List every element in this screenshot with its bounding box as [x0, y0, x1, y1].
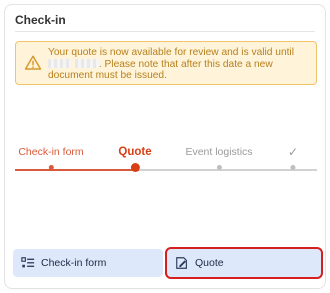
quote-button-label: Quote: [195, 257, 224, 269]
checkin-form-button-label: Check-in form: [41, 257, 107, 269]
checkmark-icon: ✓: [287, 145, 299, 159]
quote-button[interactable]: Quote: [165, 247, 323, 279]
step-event-logistics[interactable]: Event logistics: [185, 145, 253, 170]
step-label: Check-in form: [18, 146, 84, 158]
card-title: Check-in: [15, 13, 66, 27]
stepper-track-complete: [15, 169, 139, 171]
title-divider: [15, 31, 315, 32]
step-dot: [48, 165, 54, 170]
warning-alert: Your quote is now available for review a…: [15, 41, 317, 85]
step-dot: [290, 165, 296, 170]
step-dot: [216, 165, 222, 170]
step-complete[interactable]: ✓: [287, 145, 299, 170]
step-checkin-form[interactable]: Check-in form: [18, 145, 84, 170]
warning-icon: [24, 55, 42, 70]
step-label: Event logistics: [185, 146, 253, 158]
step-label: Quote: [118, 146, 152, 158]
alert-message: Your quote is now available for review a…: [48, 47, 308, 82]
step-dot: [130, 163, 140, 172]
progress-stepper: Check-in form Quote Event logistics ✓: [5, 145, 327, 185]
edit-document-icon: [176, 257, 187, 269]
checkin-form-button[interactable]: Check-in form: [13, 249, 163, 277]
step-quote[interactable]: Quote: [118, 145, 152, 172]
alert-message-part1: Your quote is now available for review a…: [48, 47, 294, 58]
list-icon: [21, 257, 35, 268]
redacted-date: [48, 58, 72, 68]
checkin-card: Check-in Your quote is now available for…: [4, 4, 326, 289]
redacted-date-2: [74, 58, 99, 68]
